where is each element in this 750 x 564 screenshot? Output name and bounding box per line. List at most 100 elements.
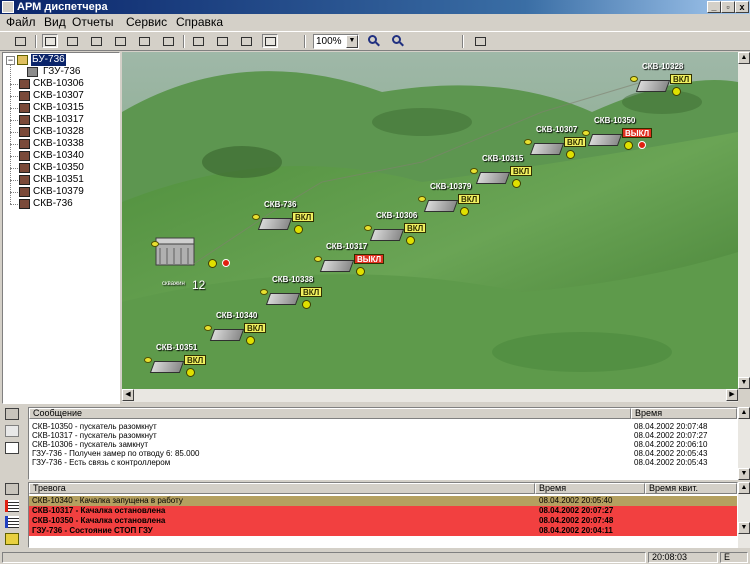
pump-jack-icon[interactable] xyxy=(209,329,245,341)
menu-help[interactable]: Справка xyxy=(176,15,223,30)
well-label[interactable]: СКВ-10315 xyxy=(482,154,523,163)
tree-item-well[interactable]: СКВ-10328 xyxy=(3,126,119,138)
well-state-badge[interactable]: ВКЛ xyxy=(300,287,323,297)
well-state-badge[interactable]: ВКЛ xyxy=(564,137,587,147)
collapse-icon[interactable]: − xyxy=(6,56,15,65)
well-state-badge[interactable]: ВКЛ xyxy=(458,194,481,204)
pump-jack-icon[interactable] xyxy=(265,293,301,305)
scroll-up-icon[interactable]: ▲ xyxy=(738,482,750,494)
menu-service[interactable]: Сервис xyxy=(126,15,167,30)
well-label[interactable]: СКВ-10307 xyxy=(536,125,577,134)
well-label[interactable]: СКВ-10306 xyxy=(376,211,417,220)
tree-item-well[interactable]: СКВ-10317 xyxy=(3,114,119,126)
alarms-header-ack[interactable]: Время квит. xyxy=(645,483,737,494)
well-state-badge[interactable]: ВКЛ xyxy=(292,212,315,222)
well-label[interactable]: СКВ-10350 xyxy=(594,116,635,125)
message-row[interactable]: СКВ-10350 - пускатель разомкнут 08.04.200… xyxy=(29,422,737,431)
well-state-badge[interactable]: ВЫКЛ xyxy=(354,254,385,264)
print-icon[interactable] xyxy=(5,425,19,437)
alarms-scrollbar[interactable]: ▲ ▼ xyxy=(738,482,750,548)
alarm-row[interactable]: ГЗУ-736 - Состояние СТОП ГЗУ 08.04.2002 2… xyxy=(29,526,737,536)
minimize-button[interactable]: _ xyxy=(707,1,721,13)
zoom-select[interactable]: 100% ▼ xyxy=(313,34,359,49)
message-row[interactable]: СКВ-10306 - пускатель замкнут 08.04.2002 … xyxy=(29,440,737,449)
pump-jack-icon[interactable] xyxy=(149,361,185,373)
scroll-down-icon[interactable]: ▼ xyxy=(738,468,750,480)
well-state-badge[interactable]: ВКЛ xyxy=(244,323,267,333)
map-horizontal-scrollbar[interactable]: ◀ ▶ xyxy=(122,389,738,402)
well-state-badge[interactable]: ВКЛ xyxy=(670,74,693,84)
zoom-in-button[interactable] xyxy=(366,34,380,48)
tree-item-well[interactable]: СКВ-10350 xyxy=(3,162,119,174)
scroll-right-icon[interactable]: ▶ xyxy=(726,389,738,401)
pump-jack-icon[interactable] xyxy=(319,260,355,272)
alarm-row[interactable]: СКВ-10340 - Качалка запущена в работу 08.… xyxy=(29,496,737,506)
tree-item-well[interactable]: СКВ-10340 xyxy=(3,150,119,162)
tree-item-well[interactable]: СКВ-10351 xyxy=(3,174,119,186)
toolbar-map-button[interactable] xyxy=(42,34,58,48)
tree-item-well[interactable]: СКВ-10307 xyxy=(3,90,119,102)
well-state-badge[interactable]: ВКЛ xyxy=(184,355,207,365)
list-icon[interactable] xyxy=(5,516,19,528)
messages-header-time[interactable]: Время xyxy=(631,408,737,419)
alarm-settings-icon[interactable] xyxy=(5,483,19,495)
messages-header-message[interactable]: Сообщение xyxy=(29,408,631,419)
well-state-badge[interactable]: ВЫКЛ xyxy=(622,128,653,138)
scroll-left-icon[interactable]: ◀ xyxy=(122,389,134,401)
pump-jack-icon[interactable] xyxy=(475,172,511,184)
menu-view[interactable]: Вид xyxy=(44,15,66,30)
pump-jack-icon[interactable] xyxy=(369,229,405,241)
close-button[interactable]: x xyxy=(735,1,749,13)
well-label[interactable]: СКВ-10328 xyxy=(642,62,683,71)
toolbar-settings-button[interactable] xyxy=(214,34,230,48)
tree-item-well[interactable]: СКВ-10306 xyxy=(3,78,119,90)
toolbar-grid-button[interactable] xyxy=(190,34,206,48)
message-row[interactable]: ГЗУ-736 - Получен замер по отводу 6: 85.… xyxy=(29,449,737,458)
well-label[interactable]: СКВ-10338 xyxy=(272,275,313,284)
tree-item-well[interactable]: СКВ-10379 xyxy=(3,186,119,198)
toolbar-link-button[interactable] xyxy=(238,34,254,48)
well-label[interactable]: СКВ-10340 xyxy=(216,311,257,320)
toolbar-wells-button[interactable] xyxy=(64,34,80,48)
scroll-up-icon[interactable]: ▲ xyxy=(738,52,750,64)
toolbar-window-button[interactable] xyxy=(472,34,488,48)
message-row[interactable]: СКВ-10317 - пускатель разомкнут 08.04.200… xyxy=(29,431,737,440)
alarms-header-alarm[interactable]: Тревога xyxy=(29,483,535,494)
speaker-icon[interactable] xyxy=(5,533,19,545)
well-label[interactable]: СКВ-10379 xyxy=(430,182,471,191)
toolbar-table-button[interactable] xyxy=(160,34,176,48)
scroll-down-icon[interactable]: ▼ xyxy=(738,522,750,534)
toolbar-sound-button[interactable] xyxy=(262,34,278,48)
pump-jack-icon[interactable] xyxy=(635,80,671,92)
menu-reports[interactable]: Отчеты xyxy=(72,15,113,30)
document-icon[interactable] xyxy=(5,442,19,454)
tree-item-well[interactable]: СКВ-10315 xyxy=(3,102,119,114)
list-icon[interactable] xyxy=(5,500,19,512)
scroll-down-icon[interactable]: ▼ xyxy=(738,377,750,389)
scroll-up-icon[interactable]: ▲ xyxy=(738,407,750,419)
tree-item-well[interactable]: СКВ-10338 xyxy=(3,138,119,150)
map-vertical-scrollbar[interactable]: ▲ ▼ xyxy=(738,52,750,389)
well-state-badge[interactable]: ВКЛ xyxy=(404,223,427,233)
chevron-down-icon[interactable]: ▼ xyxy=(346,35,358,48)
tree-item-well[interactable]: СКВ-736 xyxy=(3,198,119,210)
alarms-header-time[interactable]: Время xyxy=(535,483,645,494)
well-label[interactable]: СКВ-10351 xyxy=(156,343,197,352)
oilfield-map[interactable]: скважин 12 СКВ-10328 ВКЛ СКВ-10350 ВЫКЛ СКВ-… xyxy=(122,52,738,389)
toolbar-pump-button[interactable] xyxy=(88,34,104,48)
well-label[interactable]: СКВ-736 xyxy=(264,200,296,209)
tree-item-gzu[interactable]: ГЗУ-736 xyxy=(3,66,119,78)
toolbar-chart-button[interactable] xyxy=(136,34,152,48)
maximize-button[interactable]: ▫ xyxy=(721,1,735,13)
well-label[interactable]: СКВ-10317 xyxy=(326,242,367,251)
message-row[interactable]: ГЗУ-736 - Есть связь с контроллером 08.04… xyxy=(29,458,737,467)
pump-jack-icon[interactable] xyxy=(529,143,565,155)
tree-item-root[interactable]: − БУ-736 xyxy=(3,54,119,66)
alarm-row[interactable]: СКВ-10317 - Качалка остановлена 08.04.200… xyxy=(29,506,737,516)
zoom-out-button[interactable] xyxy=(390,34,404,48)
messages-settings-icon[interactable] xyxy=(5,408,19,420)
pump-jack-icon[interactable] xyxy=(257,218,293,230)
toolbar-gzu-button[interactable] xyxy=(112,34,128,48)
toolbar-open-button[interactable] xyxy=(12,34,28,48)
alarm-row[interactable]: СКВ-10350 - Качалка остановлена 08.04.200… xyxy=(29,516,737,526)
